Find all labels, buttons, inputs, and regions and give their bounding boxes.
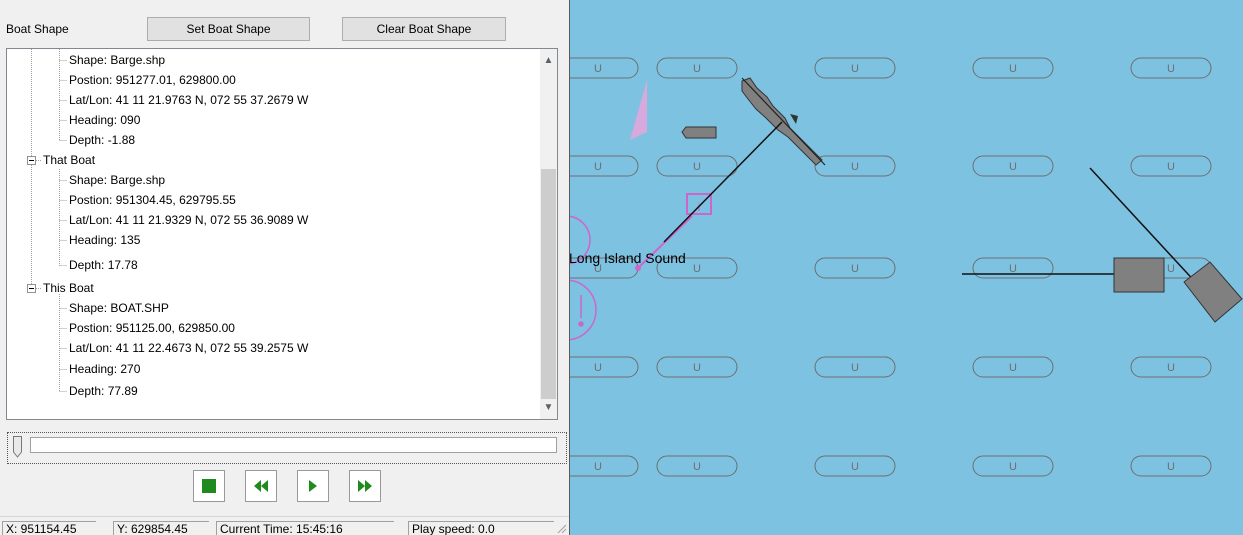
play-button[interactable] — [297, 470, 329, 502]
boat-shape-label: Boat Shape — [6, 22, 69, 36]
tree-item[interactable]: Lat/Lon: 41 11 21.9329 N, 072 55 36.9089… — [69, 210, 308, 230]
buoy-letter: U — [1167, 263, 1175, 275]
pink-flag-symbol — [630, 80, 647, 140]
buoy-letter: U — [693, 263, 701, 275]
tree-item[interactable]: Depth: 77.89 — [69, 381, 138, 401]
clear-boat-shape-button[interactable]: Clear Boat Shape — [342, 17, 506, 41]
buoy-letter: U — [594, 461, 602, 473]
tree-item[interactable]: Heading: 090 — [69, 110, 140, 130]
this-boat-vessel — [962, 167, 1243, 323]
tree-item[interactable]: Depth: -1.88 — [69, 130, 135, 150]
heading-line-that-boat — [663, 121, 783, 243]
play-icon — [309, 480, 317, 492]
buoy-outline — [570, 455, 639, 477]
barge-vessel — [741, 77, 826, 166]
scroll-down-icon[interactable]: ▼ — [540, 399, 557, 416]
buoy-outline — [570, 356, 639, 378]
boat-tree-view[interactable]: Shape: Barge.shp Postion: 951277.01, 629… — [6, 48, 558, 420]
buoy-letter: U — [1167, 161, 1175, 173]
buoy-letter: U — [1009, 263, 1017, 275]
fast-forward-button[interactable] — [349, 470, 381, 502]
tree-item[interactable]: Depth: 17.78 — [69, 255, 138, 275]
tree-node-that-boat[interactable]: That Boat — [43, 150, 95, 170]
buoy-letter: U — [851, 362, 859, 374]
buoy-letter: U — [693, 161, 701, 173]
status-current-time: Current Time: 15:45:16 — [216, 521, 394, 535]
scroll-up-icon[interactable]: ▲ — [540, 52, 557, 69]
tree-item[interactable]: Postion: 951277.01, 629800.00 — [69, 70, 236, 90]
scrollbar-thumb[interactable] — [541, 169, 556, 399]
buoy-letter: U — [851, 461, 859, 473]
time-slider[interactable] — [7, 432, 567, 464]
tree-item[interactable]: Heading: 270 — [69, 359, 140, 379]
boat-shape-panel: Boat Shape Set Boat Shape Clear Boat Sha… — [0, 0, 569, 535]
tree-scrollbar[interactable]: ▲ ▼ — [540, 49, 557, 419]
buoy-letter: U — [851, 161, 859, 173]
tree-item[interactable]: Shape: Barge.shp — [69, 170, 165, 190]
tree-node-this-boat[interactable]: This Boat — [43, 278, 94, 298]
set-boat-shape-button[interactable]: Set Boat Shape — [147, 17, 310, 41]
buoy-letter: U — [693, 362, 701, 374]
buoy-letter: U — [1009, 161, 1017, 173]
fast-forward-icon — [358, 480, 372, 492]
tree-item[interactable]: Lat/Lon: 41 11 21.9763 N, 072 55 37.2679… — [69, 90, 308, 110]
tree-item[interactable]: Lat/Lon: 41 11 22.4673 N, 072 55 39.2575… — [69, 338, 308, 358]
place-label-long-island-sound: Long Island Sound — [569, 250, 686, 266]
time-slider-thumb[interactable] — [13, 436, 22, 458]
buoy-letter: U — [594, 63, 602, 75]
chart-map-view[interactable]: UUUUUUUUUUUUUUUUUUUUUUUUU i — [569, 0, 1243, 535]
buoy-letter: U — [594, 362, 602, 374]
buoy-outline — [570, 155, 639, 177]
tree-item[interactable]: Shape: Barge.shp — [69, 50, 165, 70]
status-bar: X: 951154.45 Y: 629854.45 Current Time: … — [0, 516, 569, 535]
buoy-letter: U — [1167, 362, 1175, 374]
tree-item[interactable]: Heading: 135 — [69, 230, 140, 250]
map-canvas[interactable]: UUUUUUUUUUUUUUUUUUUUUUUUU i — [570, 0, 1243, 535]
buoy-outline — [570, 57, 639, 79]
buoy-letter: U — [851, 263, 859, 275]
buoy-letter: U — [1009, 362, 1017, 374]
buoy-letter: U — [851, 63, 859, 75]
stop-button[interactable] — [193, 470, 225, 502]
collapse-that-boat-icon[interactable] — [27, 156, 36, 165]
status-x-coordinate: X: 951154.45 — [2, 521, 96, 535]
rewind-button[interactable] — [245, 470, 277, 502]
buoy-letter: U — [1009, 63, 1017, 75]
tree-item[interactable]: Postion: 951125.00, 629850.00 — [69, 318, 235, 338]
buoy-letter: U — [1167, 461, 1175, 473]
resize-grip-icon — [557, 524, 567, 534]
status-play-speed: Play speed: 0.0 — [408, 521, 554, 535]
buoy-letter: U — [1167, 63, 1175, 75]
tree-item[interactable]: Shape: BOAT.SHP — [69, 298, 169, 318]
stop-icon — [202, 479, 216, 493]
buoy-letter: U — [693, 461, 701, 473]
collapse-this-boat-icon[interactable] — [27, 284, 36, 293]
buoy-letter: U — [1009, 461, 1017, 473]
buoy-letter: U — [693, 63, 701, 75]
status-y-coordinate: Y: 629854.45 — [113, 521, 209, 535]
time-slider-track[interactable] — [30, 437, 557, 453]
buoy-letter: U — [594, 161, 602, 173]
small-vessel — [681, 126, 717, 139]
tree-item[interactable]: Postion: 951304.45, 629795.55 — [69, 190, 236, 210]
rewind-icon — [254, 480, 268, 492]
